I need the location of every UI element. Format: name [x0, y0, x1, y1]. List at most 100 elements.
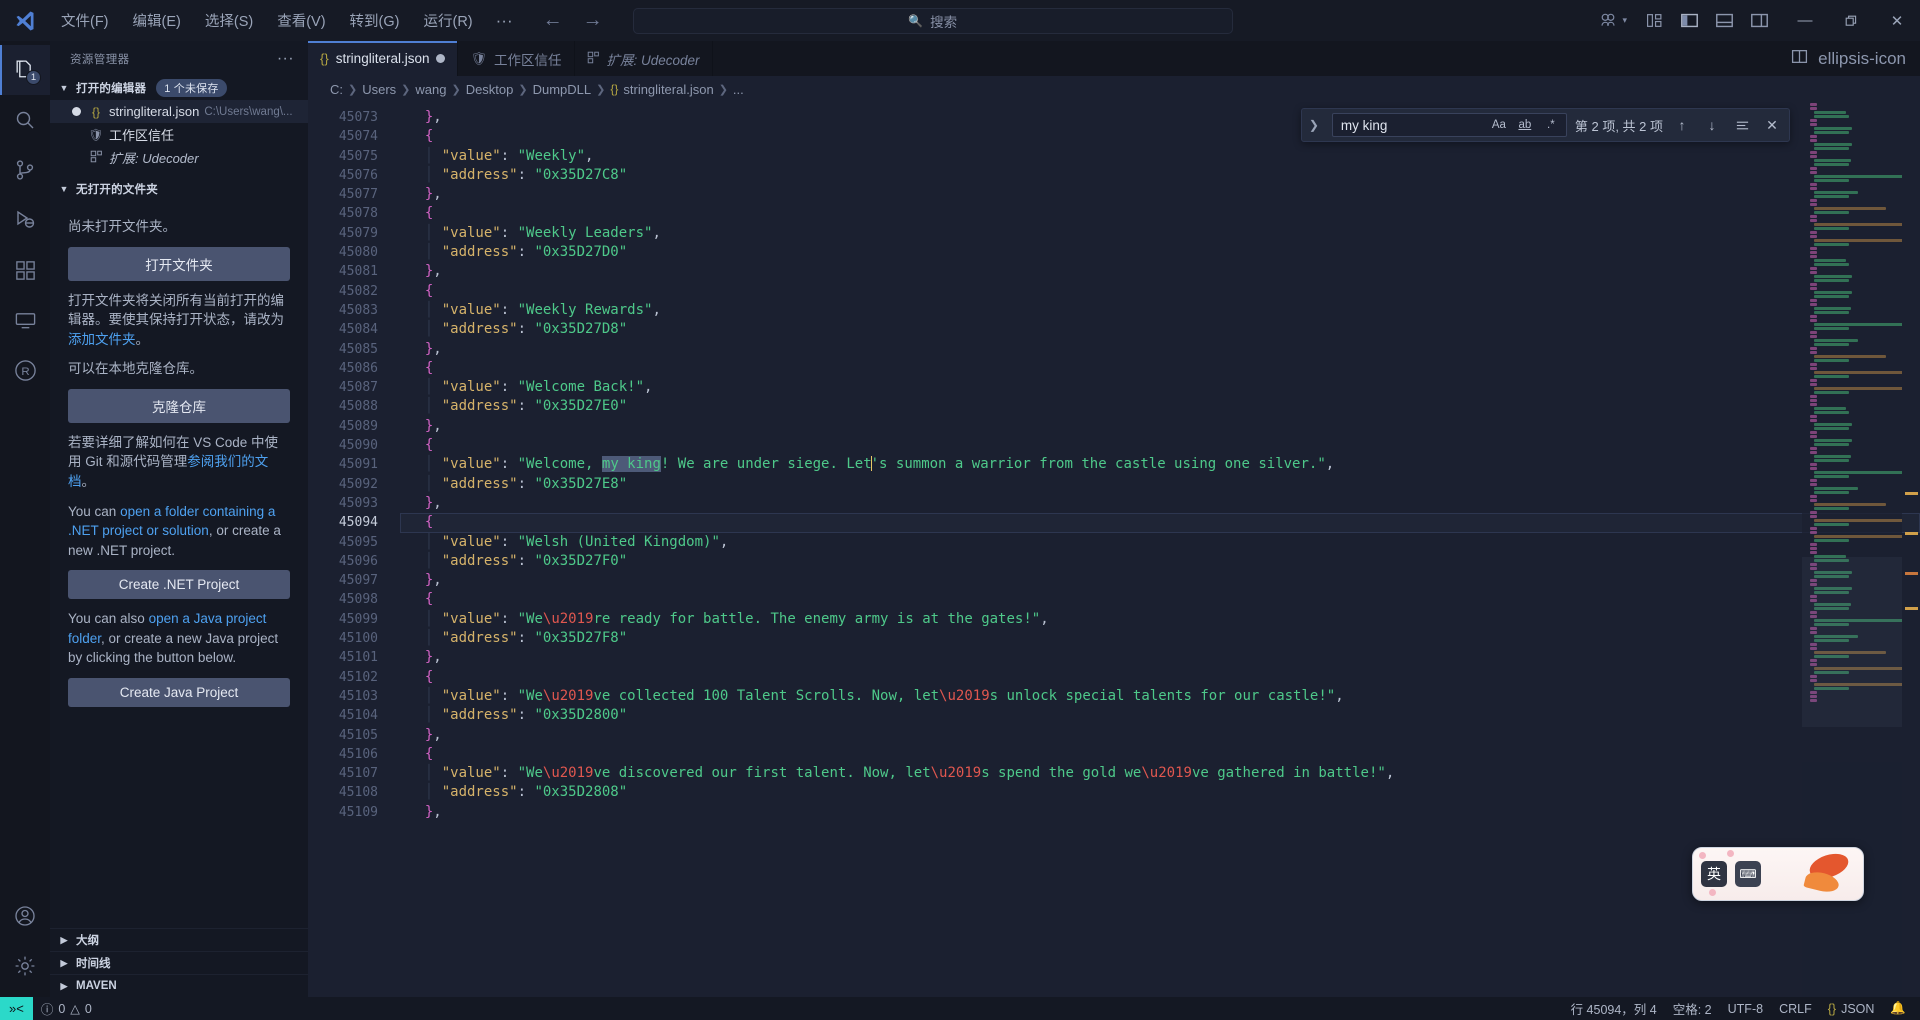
- sidebar-item-explorer[interactable]: 1: [0, 45, 50, 95]
- code-line[interactable]: │ "address": "0x35D2800": [400, 706, 1920, 725]
- code-line[interactable]: {: [400, 436, 1920, 455]
- breadcrumb-item-wang[interactable]: wang: [415, 82, 446, 97]
- code-line[interactable]: {: [400, 590, 1920, 609]
- tab-stringliteral-json[interactable]: {} stringliteral.json: [308, 41, 459, 76]
- breadcrumb-item-symbol[interactable]: ...: [733, 82, 744, 97]
- menu-go[interactable]: 转到(G): [339, 6, 411, 35]
- code-line[interactable]: │ "value": "Welsh (United Kingdom)",: [400, 533, 1920, 552]
- code-line[interactable]: {: [400, 204, 1920, 223]
- account-circle-icon[interactable]: [0, 891, 50, 941]
- find-previous-icon[interactable]: ↑: [1671, 114, 1693, 136]
- breadcrumb-item-desktop[interactable]: Desktop: [466, 82, 514, 97]
- section-open-editors[interactable]: ▼ 打开的编辑器 1 个未保存: [50, 76, 308, 100]
- code-line[interactable]: },: [400, 571, 1920, 590]
- section-no-folder[interactable]: ▼ 无打开的文件夹: [50, 177, 308, 201]
- toggle-replace-icon[interactable]: ❯: [1304, 118, 1324, 132]
- code-line[interactable]: },: [400, 803, 1920, 822]
- command-center[interactable]: 🔍 搜索: [632, 7, 1233, 34]
- split-editor-icon[interactable]: [1791, 48, 1808, 69]
- toggle-primary-sidebar-icon[interactable]: [1674, 6, 1704, 36]
- code-line[interactable]: },: [400, 726, 1920, 745]
- sidebar-item-remote-explorer[interactable]: [0, 295, 50, 345]
- code-line[interactable]: },: [400, 417, 1920, 436]
- create-dotnet-project-button[interactable]: Create .NET Project: [68, 570, 290, 600]
- code-line[interactable]: │ "address": "0x35D27E8": [400, 475, 1920, 494]
- breadcrumb-item-file[interactable]: stringliteral.json: [623, 82, 713, 97]
- code-line[interactable]: │ "value": "Weekly Rewards",: [400, 301, 1920, 320]
- ime-keyboard-icon[interactable]: ⌨: [1735, 861, 1761, 887]
- breadcrumb-item-users[interactable]: Users: [362, 82, 396, 97]
- menu-selection[interactable]: 选择(S): [194, 6, 264, 35]
- code-line[interactable]: │ "address": "0x35D27E0": [400, 397, 1920, 416]
- sidebar-item-extensions[interactable]: [0, 245, 50, 295]
- find-input[interactable]: my king Aa ab .*: [1331, 113, 1567, 137]
- open-editor-workspace-trust[interactable]: 🛡 工作区信任: [50, 123, 308, 146]
- menu-view[interactable]: 查看(V): [266, 6, 336, 35]
- code-line[interactable]: },: [400, 340, 1920, 359]
- status-indentation[interactable]: 空格: 2: [1665, 997, 1720, 1020]
- code-line[interactable]: │ "value": "We\u2019ve collected 100 Tal…: [400, 687, 1920, 706]
- menu-more-button[interactable]: ···: [486, 12, 523, 30]
- window-close-button[interactable]: ✕: [1874, 0, 1920, 41]
- code-line[interactable]: │ "address": "0x35D27C8": [400, 166, 1920, 185]
- status-language-mode[interactable]: {} JSON: [1820, 997, 1883, 1020]
- code-line[interactable]: {: [400, 282, 1920, 301]
- gear-icon[interactable]: [0, 941, 50, 991]
- find-in-selection-icon[interactable]: [1731, 114, 1753, 136]
- sidebar-item-r-language[interactable]: R: [0, 345, 50, 395]
- code-line[interactable]: │ "value": "We\u2019re ready for battle.…: [400, 610, 1920, 629]
- sidebar-item-run-and-debug[interactable]: [0, 195, 50, 245]
- code-line[interactable]: │ "address": "0x35D27D8": [400, 320, 1920, 339]
- section-outline[interactable]: ▶ 大纲: [50, 928, 308, 951]
- code-line[interactable]: {: [400, 359, 1920, 378]
- status-eol[interactable]: CRLF: [1771, 997, 1820, 1020]
- dirty-indicator-icon[interactable]: [72, 107, 81, 116]
- code-line[interactable]: {: [400, 513, 1920, 533]
- close-icon[interactable]: ✕: [1761, 114, 1783, 136]
- open-folder-button[interactable]: 打开文件夹: [68, 246, 290, 281]
- window-minimize-button[interactable]: —: [1782, 0, 1828, 41]
- toggle-panel-icon[interactable]: [1709, 6, 1739, 36]
- breadcrumb-item-drive[interactable]: C:: [330, 82, 343, 97]
- sidebar-item-search[interactable]: [0, 95, 50, 145]
- code-line[interactable]: {: [400, 668, 1920, 687]
- match-case-toggle[interactable]: Aa: [1488, 115, 1510, 135]
- clone-repository-button[interactable]: 克隆仓库: [68, 388, 290, 423]
- create-java-project-button[interactable]: Create Java Project: [68, 677, 290, 707]
- editor-scrollbar[interactable]: [1902, 102, 1920, 997]
- code-line[interactable]: },: [400, 185, 1920, 204]
- tab-workspace-trust[interactable]: 🛡 工作区信任: [458, 41, 575, 76]
- whole-word-toggle[interactable]: ab: [1514, 115, 1536, 135]
- open-editor-stringliteral[interactable]: {} stringliteral.json C:\Users\wang\...: [50, 100, 308, 123]
- window-restore-button[interactable]: [1828, 0, 1874, 41]
- code-line[interactable]: │ "address": "0x35D27F0": [400, 552, 1920, 571]
- ime-floating-widget[interactable]: 英 ⌨: [1692, 847, 1864, 901]
- sidebar-more-actions-button[interactable]: ···: [277, 50, 294, 66]
- remote-window-icon[interactable]: »<: [0, 997, 33, 1020]
- dirty-indicator-icon[interactable]: [436, 54, 446, 63]
- add-folder-link[interactable]: 添加文件夹: [68, 332, 136, 347]
- code-line[interactable]: },: [400, 494, 1920, 513]
- status-problems[interactable]: ⓘ 0 △ 0: [33, 997, 100, 1020]
- code-line[interactable]: │ "value": "Weekly",: [400, 147, 1920, 166]
- arrow-right-icon[interactable]: →: [577, 7, 609, 34]
- accounts-icon[interactable]: ▾: [1585, 10, 1639, 32]
- code-line[interactable]: },: [400, 262, 1920, 281]
- code-line[interactable]: │ "value": "Weekly Leaders",: [400, 224, 1920, 243]
- customize-layout-icon[interactable]: [1639, 6, 1669, 36]
- editor-more-actions-button[interactable]: ellipsis-icon: [1818, 50, 1906, 67]
- menu-file[interactable]: 文件(F): [50, 6, 120, 35]
- sidebar-item-source-control[interactable]: [0, 145, 50, 195]
- toggle-secondary-sidebar-icon[interactable]: [1744, 6, 1774, 36]
- code-line[interactable]: │ "value": "Welcome Back!",: [400, 378, 1920, 397]
- code-line[interactable]: │ "address": "0x35D27D0": [400, 243, 1920, 262]
- menu-edit[interactable]: 编辑(E): [122, 6, 192, 35]
- breadcrumb-item-dumpdll[interactable]: DumpDLL: [533, 82, 592, 97]
- open-editor-extension-udecoder[interactable]: 扩展: Udecoder: [50, 146, 308, 169]
- code-line[interactable]: },: [400, 648, 1920, 667]
- code-line[interactable]: │ "value": "Welcome, my king! We are und…: [400, 455, 1920, 474]
- code-line[interactable]: │ "address": "0x35D27F8": [400, 629, 1920, 648]
- ime-mode-button[interactable]: 英: [1701, 861, 1727, 887]
- section-timeline[interactable]: ▶ 时间线: [50, 951, 308, 974]
- status-encoding[interactable]: UTF-8: [1720, 997, 1771, 1020]
